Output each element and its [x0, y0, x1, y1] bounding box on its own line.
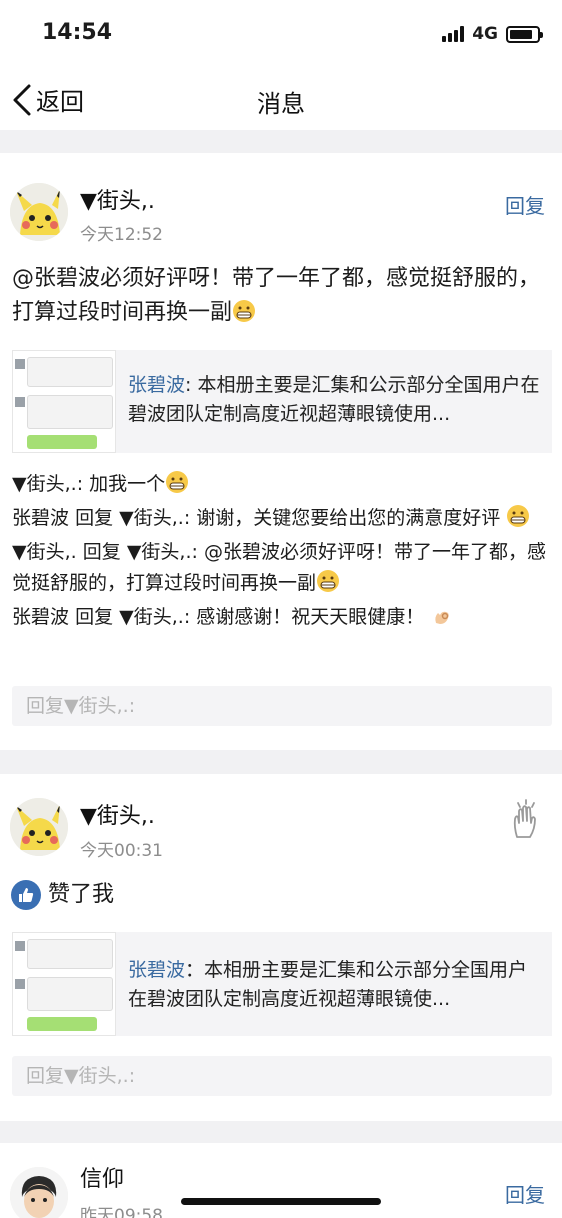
grin-emoji-icon	[233, 300, 256, 322]
avatar[interactable]	[10, 798, 68, 856]
album-thumbnail	[12, 932, 116, 1036]
signal-icon	[442, 26, 465, 42]
status-bar: 14:54 4G	[0, 0, 562, 68]
comment-author[interactable]: ▼街头,.	[12, 541, 77, 563]
grin-emoji-icon	[507, 505, 530, 527]
battery-icon	[506, 25, 543, 43]
comment-text: : 感谢感谢！祝天天眼健康！	[183, 606, 425, 628]
timestamp: 今天00:31	[80, 841, 163, 861]
comment-text: : 加我一个	[76, 473, 166, 495]
message-text: @张碧波必须好评呀！带了一年了都，感觉挺舒服的，打算过段时间再换一副	[12, 262, 552, 330]
reply-input[interactable]: 回复▼街头,.:	[12, 686, 552, 726]
separator	[0, 750, 562, 774]
album-card[interactable]: 张碧波: 本相册主要是汇集和公示部分全国用户在碧波团队定制高度近视超薄眼镜使用.…	[12, 350, 552, 453]
wave-hand-icon[interactable]	[508, 799, 544, 843]
album-text: : 本相册主要是汇集和公示部分全国用户在碧波团队定制高度近视超薄眼镜使用...	[128, 374, 540, 425]
ok-hand-emoji-icon	[435, 611, 449, 624]
comment-author[interactable]: 张碧波	[12, 507, 69, 529]
reply-button[interactable]: 回复	[505, 1179, 545, 1208]
comment-author[interactable]: 张碧波	[12, 606, 69, 628]
thumbs-up-icon	[11, 880, 41, 910]
avatar[interactable]	[10, 1167, 68, 1218]
home-indicator[interactable]	[181, 1198, 381, 1205]
comment-author[interactable]: ▼街头,.	[12, 473, 77, 495]
album-card[interactable]: 张碧波：本相册主要是汇集和公示部分全国用户在碧波团队定制高度近视超薄眼镜使...	[12, 932, 552, 1036]
separator	[0, 1121, 562, 1143]
network-type: 4G	[472, 24, 498, 44]
timestamp: 今天12:52	[80, 225, 163, 245]
user-name[interactable]: ▼街头,.	[80, 183, 155, 215]
message-card[interactable]: ▼街头,. 今天12:52 回复 @张碧波必须好评呀！带了一年了都，感觉挺舒服的…	[0, 153, 562, 750]
comment-list: ▼街头,.: 加我一个 张碧波 回复 ▼街头,.: 谢谢，关键您要给出您的满意度…	[12, 469, 552, 636]
avatar[interactable]	[10, 183, 68, 241]
message-card[interactable]: 信仰 昨天09:58 回复	[0, 1143, 562, 1218]
album-text: ：本相册主要是汇集和公示部分全国用户在碧波团队定制高度近视超薄眼镜使...	[128, 959, 528, 1010]
grin-emoji-icon	[317, 570, 340, 592]
comment-item[interactable]: 张碧波 回复 ▼街头,.: 谢谢，关键您要给出您的满意度好评	[12, 503, 552, 534]
comment-text: : 谢谢，关键您要给出您的满意度好评	[183, 507, 501, 529]
comment-target[interactable]: ▼街头,.	[119, 606, 184, 628]
album-description: 张碧波: 本相册主要是汇集和公示部分全国用户在碧波团队定制高度近视超薄眼镜使用.…	[128, 371, 542, 429]
comment-target[interactable]: ▼街头,.	[127, 541, 192, 563]
user-name[interactable]: ▼街头,.	[80, 798, 155, 830]
status-indicators: 4G	[442, 24, 543, 44]
comment-item[interactable]: 张碧波 回复 ▼街头,.: 感谢感谢！祝天天眼健康！	[12, 602, 552, 633]
status-time: 14:54	[42, 20, 113, 45]
reply-word: 回复	[75, 606, 114, 628]
album-author[interactable]: 张碧波	[128, 959, 185, 981]
comment-item[interactable]: ▼街头,.: 加我一个	[12, 469, 552, 500]
grin-emoji-icon	[166, 471, 189, 493]
like-text: 赞了我	[48, 882, 115, 907]
album-thumbnail	[12, 350, 116, 453]
comment-item[interactable]: ▼街头,. 回复 ▼街头,.: @张碧波必须好评呀！带了一年了都，感觉挺舒服的，…	[12, 537, 552, 599]
message-text-content: @张碧波必须好评呀！带了一年了都，感觉挺舒服的，打算过段时间再换一副	[12, 266, 541, 325]
reply-word: 回复	[75, 507, 114, 529]
nav-bar: 返回 消息	[0, 68, 562, 130]
album-description: 张碧波：本相册主要是汇集和公示部分全国用户在碧波团队定制高度近视超薄眼镜使...	[128, 956, 542, 1014]
comment-target[interactable]: ▼街头,.	[119, 507, 184, 529]
separator	[0, 130, 562, 153]
album-author[interactable]: 张碧波	[128, 374, 185, 396]
user-name[interactable]: 信仰	[80, 1161, 124, 1193]
reply-button[interactable]: 回复	[505, 190, 545, 219]
timestamp: 昨天09:58	[80, 1206, 163, 1218]
reply-input[interactable]: 回复▼街头,.:	[12, 1056, 552, 1096]
reply-word: 回复	[82, 541, 121, 563]
page-title: 消息	[257, 90, 305, 118]
like-card[interactable]: ▼街头,. 今天00:31 赞了我 张碧波：本相册主要是汇集和公示部分全国用户在…	[0, 774, 562, 1121]
